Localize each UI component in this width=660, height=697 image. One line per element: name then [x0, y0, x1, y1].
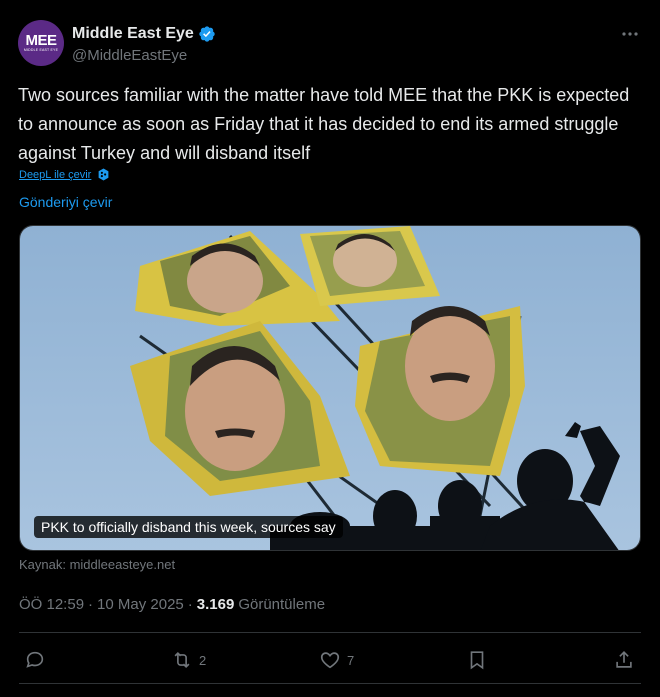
display-name[interactable]: Middle East Eye — [72, 25, 194, 43]
bookmark-icon — [470, 651, 484, 670]
reply-button[interactable] — [24, 649, 52, 671]
tweet-meta: ÖÖ 12:59 · 10 May 2025 · 3.169 Görüntüle… — [19, 596, 325, 613]
views-count: 3.169 — [196, 596, 235, 613]
tweet-time[interactable]: ÖÖ 12:59 — [19, 596, 84, 613]
more-options-button[interactable] — [618, 24, 642, 44]
deepl-translate-link[interactable]: DeepL ile çevir — [19, 168, 110, 181]
like-count: 7 — [347, 652, 355, 668]
more-icon — [622, 32, 638, 36]
retweet-count: 2 — [199, 652, 207, 668]
views-label: Görüntüleme — [238, 596, 326, 613]
heart-icon — [320, 652, 340, 669]
share-button[interactable] — [613, 649, 635, 671]
translate-post-link[interactable]: Gönderiyi çevir — [19, 194, 112, 210]
tweet-date[interactable]: 10 May 2025 — [97, 596, 184, 613]
avatar[interactable]: MEE MIDDLE EAST EYE — [18, 20, 64, 66]
divider-bottom — [19, 683, 641, 684]
card-source[interactable]: Kaynak: middleeasteye.net — [19, 557, 175, 572]
tweet-header: MEE MIDDLE EAST EYE Middle East Eye @Mid… — [18, 20, 642, 68]
meta-separator: · — [187, 596, 193, 613]
like-button[interactable]: 7 — [319, 649, 354, 671]
action-bar: 2 7 — [19, 637, 641, 683]
card-caption: PKK to officially disband this week, sou… — [34, 516, 343, 538]
deepl-icon — [98, 168, 109, 181]
flags-photo — [20, 226, 640, 550]
author-info: Middle East Eye @MiddleEastEye — [72, 24, 216, 64]
avatar-logo-text: MEE — [25, 32, 57, 49]
bookmark-button[interactable] — [466, 649, 488, 671]
meta-separator: · — [88, 596, 94, 613]
reply-icon — [26, 651, 44, 668]
tweet-text: Two sources familiar with the matter hav… — [18, 85, 630, 163]
link-card-image[interactable]: PKK to officially disband this week, sou… — [19, 225, 641, 551]
handle[interactable]: @MiddleEastEye — [72, 47, 216, 64]
deepl-label: DeepL ile çevir — [19, 168, 92, 181]
share-icon — [616, 651, 632, 668]
avatar-logo-subtext: MIDDLE EAST EYE — [23, 48, 59, 52]
retweet-button[interactable]: 2 — [171, 649, 206, 671]
divider-top — [19, 632, 641, 633]
verified-badge-icon — [199, 26, 215, 42]
retweet-icon — [174, 651, 190, 669]
